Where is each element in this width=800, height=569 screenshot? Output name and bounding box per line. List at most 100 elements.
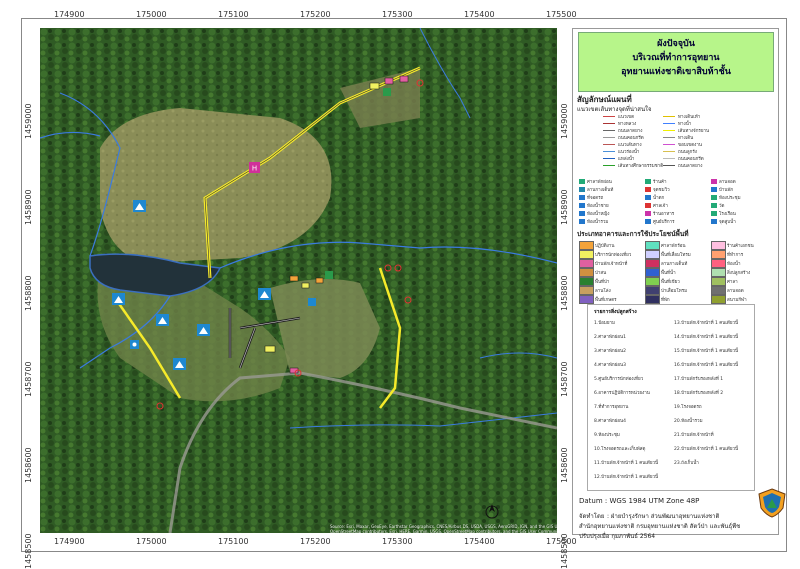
legend-point-label: ร้านอาหาร [653,212,675,217]
x-tick-label: 175100 [218,537,249,546]
x-tick-label: 175200 [300,537,331,546]
landuse-swatch [645,277,660,286]
landuse-label: พื้นที่เขียว [661,280,680,285]
legend-line-item: แนวร่องน้ำ [603,150,639,156]
meeting-icon [711,195,717,200]
legend-line-label: ทางเดินเท้า [678,115,701,120]
legend-point-label: ห้องประชุม [719,196,741,201]
legend-point-label: น้ำตก [653,196,665,201]
legend-point-item: ศาลเจ้า [645,203,668,210]
tent-icon [258,288,271,300]
y-tick-label: 1458600 [560,447,569,483]
landuse-swatch [711,277,726,286]
legend-line-label: ถนนลูกรัง [678,150,697,155]
legend-line-label: ทางเดิน [678,136,694,141]
legend-line-item: เส้นทางจักรยาน [663,129,709,135]
x-tick-label: 175000 [136,537,167,546]
building-list: รายการสิ่งปลูกสร้าง 1.ป้อมยาม 2.ศาลาพักผ่… [587,304,755,491]
building-list-item: 18.บ้านพักรับรองหลังที่ 2 [674,391,724,396]
restaurant-icon [645,211,651,216]
building-list-item: 23.ถังเก็บน้ำ [674,461,699,466]
shrine-icon [645,203,651,208]
landuse-label: ลานจอด [727,289,744,294]
tent-icon [173,358,186,370]
legend-point-item: ที่จอดรถ [579,195,603,202]
landuse-swatch [711,295,726,304]
landuse-label: ลานกางเต็นท์ [661,262,688,267]
legend-line-item: ถนนคอนกรีต [663,157,704,163]
legend-point-item: น้ำตก [645,195,664,202]
legend-line-item: ทางหลวง [603,122,636,128]
landuse-label: ศาลา [727,280,738,285]
landuse-label: พื้นที่ป่า [595,280,610,285]
legend-point-item: ห้องน้ำชาย [579,203,609,210]
legend-point-item: ศาลาพักผ่อน [579,179,612,186]
landuse-swatch [645,259,660,268]
legend-point-item: บ้านพัก [711,187,733,194]
building [289,275,299,282]
map-canvas[interactable]: H Source: Esri, Maxar, GeoEye, Earthstar… [40,28,557,533]
building-list-item: 6.อาคารปฏิบัติการหน่วยงาน [594,391,650,396]
y-tick-label: 1458900 [560,189,569,225]
legend-line-label: แนวเส้นทาง [618,143,642,148]
legend-line-item: ถนนคอนกรีต [603,136,644,142]
legend-line-label: ทางหลวง [618,122,637,127]
house-icon [711,187,717,192]
building-list-item: 1.ป้อมยาม [594,321,615,326]
building-list-item: 15.บ้านพักเจ้าหน้าที่ 1 คนเดียวนี้ [674,349,739,354]
legend-line-symbol [603,130,615,131]
landuse-swatch [645,295,660,304]
legend-line-symbol [603,116,615,117]
building-list-item: 11.บ้านพักเจ้าหน้าที่ 1 คนเดียวนี้ [594,461,659,466]
map-title-line2: บริเวณที่ทำการอุทยาน [632,53,720,63]
landuse-label: ห้องน้ำ [727,262,741,267]
legend-point-item: ศูนย์บริการ [645,219,675,226]
legend-point-item: โรงเรือน [711,211,736,218]
building-list-item: 16.บ้านพักเจ้าหน้าที่ 1 คนเดียวนี้ [674,363,739,368]
legend-point-item: ร้านค้า [645,179,667,186]
x-tick-label: 175400 [464,537,495,546]
landuse-label: บ้านพักเจ้าหน้าที่ [595,262,628,267]
landuse-label: ที่ทำการ [727,253,744,258]
x-tick-label: 175400 [464,10,495,19]
legend-line-symbol [663,144,675,145]
y-tick-label: 1458900 [24,189,33,225]
legend-point-item: ร้านอาหาร [645,211,674,218]
legend-point-label: วัด [719,204,725,209]
legend-line-item: ถนนลาดยาง [663,164,702,170]
legend-point-label: ลานจอด [719,180,736,185]
building [301,282,310,289]
legend-point-label: ห้องน้ำชาย [587,204,609,209]
building-list-item: 7.ที่ทำการอุทยาน [594,405,629,410]
parking-icon [383,88,391,96]
x-tick-label: 175000 [136,10,167,19]
toilet-icon [579,203,585,208]
y-tick-label: 1459000 [24,103,33,139]
building [399,75,409,83]
building-list-item: 10.โรงจอดรถและเก็บพัสดุ [594,447,646,452]
landuse-swatch [645,250,660,259]
building-list-item: 5.ศูนย์บริการนักท่องเที่ยว [594,377,644,382]
building-list-item: 21.บ้านพักเจ้าหน้าที่ [674,433,714,438]
landuse-swatch [579,259,594,268]
building-list-item: 19.โรงจอดรถ [674,405,702,410]
datum-text: Datum : WGS 1984 UTM Zone 48P [579,497,700,505]
legend-point-label: บ้านพัก [719,188,734,193]
y-tick-label: 1459000 [560,103,569,139]
x-tick-label: 175200 [300,10,331,19]
landuse-swatch [711,259,726,268]
y-tick-label: 1458700 [560,361,569,397]
landuse-label: สิ่งปลูกสร้าง [727,271,751,276]
y-tick-label: 1458700 [24,361,33,397]
legend-point-item: ห้องน้ำหญิง [579,211,609,218]
tent-icon [197,324,210,336]
legend-line-item: แหล่งน้ำ [603,157,634,163]
legend-subheading: แนวเขตเส้นทางจุดที่น่าสนใจ [577,106,652,113]
pavilion-icon [579,179,585,184]
legend-point-label: ร้านค้า [653,180,667,185]
legend-point-label: ศาลาพักผ่อน [587,180,612,185]
y-tick-label: 1458600 [24,447,33,483]
toilet-icon [579,211,585,216]
map-title-line3: อุทยานแห่งชาติเขาสิบห้าชั้น [621,67,731,77]
toilet-icon [579,219,585,224]
